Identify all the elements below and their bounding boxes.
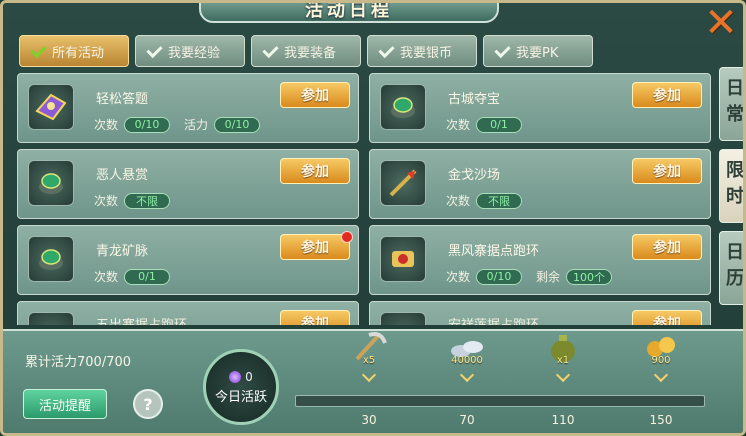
activity-progress-bar [295,395,705,407]
join-button[interactable]: 参加 [280,231,353,260]
jade-bowl-icon [28,160,74,206]
side-tab-calendar[interactable]: 日历 [719,231,743,305]
sun-icon [28,312,74,325]
activity-card-bounty: 恶人悬赏 次数 不限 参加 [17,149,359,219]
join-button[interactable]: 参加 [280,82,350,108]
notification-dot [341,231,353,243]
activity-list: 轻松答题 次数 0/10 活力 0/10 参加 古城夺宝 次数 0/1 参加 恶… [17,73,717,325]
milestone-label: 30 [361,413,377,427]
jade-bowl-icon [380,84,426,130]
tab-all-activities[interactable]: 所有活动 [19,35,129,67]
activity-reward-panel: 累计活力700/700 活动提醒 ? 0 今日活跃 x5 40000 x1 90… [3,329,743,433]
close-icon: ✕ [704,0,738,46]
check-icon [30,43,46,59]
count-value: 0/10 [124,116,171,133]
tab-equipment[interactable]: 我要装备 [251,35,361,67]
activity-schedule-window: 活动日程 ✕ 所有活动 我要经验 我要装备 我要银币 我要PK 轻松答题 次数 … [0,0,746,436]
activity-name: 五出寨据占跑环 [96,314,187,325]
side-tab-daily[interactable]: 日常 [719,67,743,141]
activity-name: 轻松答题 [96,92,149,107]
today-activity-value: 0 [245,369,253,384]
vitality-value: 0/10 [214,116,261,133]
book-icon [28,84,74,130]
accumulated-vitality: 累计活力700/700 [25,355,132,370]
reward-110[interactable]: x1 [533,329,593,383]
activity-name: 恶人悬赏 [96,168,149,183]
remaining-label: 剩余 [536,270,561,284]
tab-pk[interactable]: 我要PK [483,35,593,67]
help-button[interactable]: ? [133,389,163,419]
sun-icon [380,312,426,325]
chevron-down-icon [459,367,475,383]
reward-70[interactable]: 40000 [437,329,497,383]
tab-experience[interactable]: 我要经验 [135,35,245,67]
count-value: 不限 [476,192,523,209]
check-icon [378,43,394,59]
today-activity-label: 今日活跃 [214,389,267,405]
activity-name: 安祥莲据占跑环 [448,314,539,325]
count-label: 次数 [94,194,119,208]
activity-card-partial-left: 五出寨据占跑环 参加 [17,301,359,325]
activity-card-quiz: 轻松答题 次数 0/10 活力 0/10 参加 [17,73,359,143]
join-button[interactable]: 参加 [280,310,350,325]
activity-name: 古城夺宝 [448,92,501,107]
tab-silver[interactable]: 我要银币 [367,35,477,67]
side-tab-limited-time[interactable]: 限时 [719,149,743,223]
count-value: 0/1 [124,268,171,285]
activity-name: 黑风寨据点跑环 [448,244,540,259]
count-value: 不限 [124,192,171,209]
activity-card-ancient-city: 古城夺宝 次数 0/1 参加 [369,73,711,143]
count-label: 次数 [446,270,471,284]
activity-card-dragon-mine: 青龙矿脉 次数 0/1 参加 [17,225,359,295]
join-button[interactable]: 参加 [280,158,350,184]
activity-reminder-button[interactable]: 活动提醒 [23,389,107,419]
spear-icon [380,160,426,206]
question-icon: ? [143,394,153,414]
check-icon [262,43,278,59]
check-icon [494,43,510,59]
count-label: 次数 [446,118,471,132]
count-label: 次数 [94,270,119,284]
vitality-label: 活力 [184,118,209,132]
activity-card-partial-right: 安祥莲据占跑环 参加 [369,301,711,325]
count-value: 0/1 [476,116,523,133]
join-button[interactable]: 参加 [632,82,702,108]
reward-30[interactable]: x5 [339,329,399,383]
activity-card-battlefield: 金戈沙场 次数 不限 参加 [369,149,711,219]
count-label: 次数 [94,118,119,132]
activity-name: 金戈沙场 [448,168,501,183]
scroll-icon [380,236,426,282]
today-activity-orb: 0 今日活跃 [203,349,279,425]
activity-name: 青龙矿脉 [96,244,149,259]
milestone-label: 110 [551,413,575,427]
join-button[interactable]: 参加 [632,234,702,260]
chevron-down-icon [555,367,571,383]
join-button[interactable]: 参加 [632,310,702,325]
remaining-value: 100个 [566,268,613,285]
activity-card-black-wind: 黑风寨据点跑环 次数 0/10 剩余 100个 参加 [369,225,711,295]
chevron-down-icon [653,367,669,383]
window-title: 活动日程 [199,3,499,23]
count-label: 次数 [446,194,471,208]
reward-150[interactable]: 900 [631,329,691,383]
close-button[interactable]: ✕ [697,0,743,46]
check-icon [146,43,162,59]
jade-bowl-icon [28,236,74,282]
milestone-label: 150 [649,413,673,427]
milestone-label: 70 [459,413,475,427]
category-tabs: 所有活动 我要经验 我要装备 我要银币 我要PK [19,35,593,67]
join-button[interactable]: 参加 [632,158,702,184]
gem-icon [229,370,242,383]
count-value: 0/10 [476,268,523,285]
chevron-down-icon [361,367,377,383]
